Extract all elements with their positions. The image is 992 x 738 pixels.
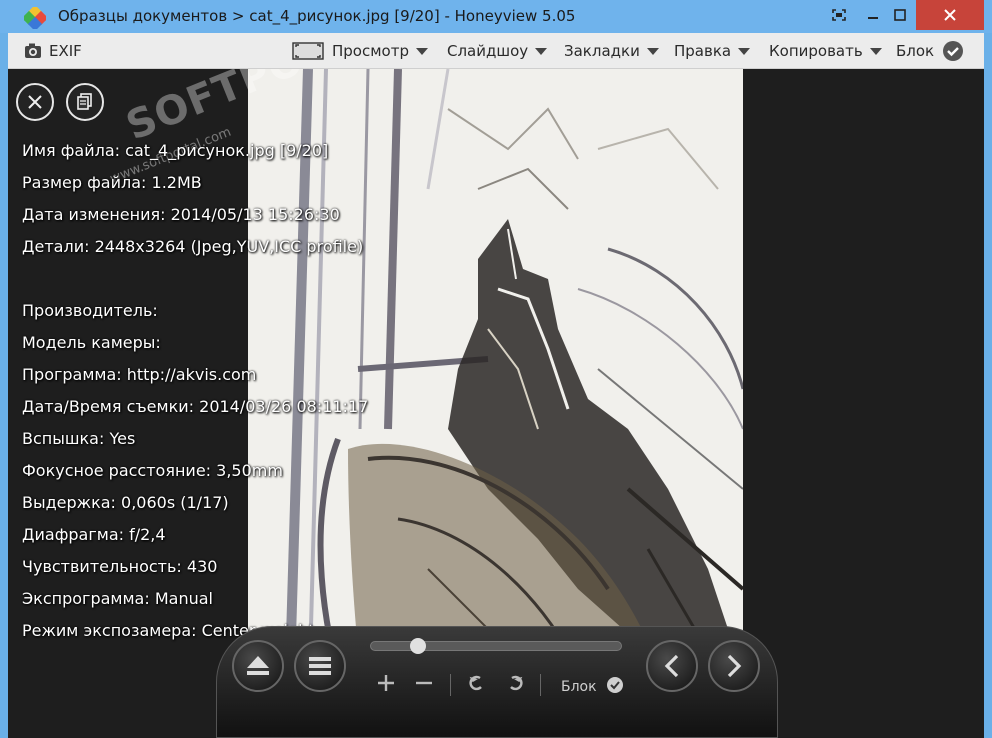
fullscreen-button[interactable] xyxy=(824,0,854,30)
rotate-right-icon xyxy=(510,675,523,691)
maximize-button[interactable] xyxy=(886,0,914,30)
exif-iso: Чувствительность: 430 xyxy=(22,557,218,576)
menu-edit-label: Правка xyxy=(674,42,732,60)
menu-copy-label: Копировать xyxy=(769,42,863,60)
menu-bookmarks-label: Закладки xyxy=(564,42,640,60)
exif-exposure-program: Экспрограмма: Manual xyxy=(22,589,213,608)
zoom-slider-handle[interactable] xyxy=(410,638,426,654)
next-image-button[interactable] xyxy=(708,640,760,692)
chevron-down-icon xyxy=(869,47,882,55)
eject-icon xyxy=(247,656,269,675)
menu-lock[interactable]: Блок xyxy=(896,33,964,69)
control-divider xyxy=(540,674,541,696)
hamburger-icon xyxy=(309,657,331,675)
exif-modified-date: Дата изменения: 2014/05/13 15:26:30 xyxy=(22,205,340,224)
honeyview-app-icon[interactable] xyxy=(24,7,46,29)
menu-edit[interactable]: Правка xyxy=(674,33,751,69)
menu-view[interactable]: Просмотр xyxy=(292,33,428,69)
check-circle-icon xyxy=(607,677,624,693)
menu-button[interactable] xyxy=(294,640,346,692)
control-divider xyxy=(450,674,451,696)
chevron-down-icon xyxy=(415,47,428,55)
exif-software: Программа: http://akvis.com xyxy=(22,365,257,384)
check-circle-icon xyxy=(943,41,964,61)
exif-details: Детали: 2448x3264 (Jpeg,YUV,ICC profile) xyxy=(22,237,364,256)
menu-exif[interactable]: EXIF xyxy=(24,33,82,69)
menu-view-label: Просмотр xyxy=(332,42,409,60)
menu-bookmarks[interactable]: Закладки xyxy=(564,33,659,69)
rotate-left-icon xyxy=(469,675,482,691)
minus-icon xyxy=(416,681,432,685)
exif-datetime-taken: Дата/Время съемки: 2014/03/26 08:11:17 xyxy=(22,397,369,416)
chevron-left-icon xyxy=(664,654,679,678)
lock-toggle[interactable]: Блок xyxy=(561,676,624,695)
zoom-slider-track[interactable] xyxy=(370,641,622,651)
menu-copy[interactable]: Копировать xyxy=(769,33,882,69)
exif-file-size: Размер файла: 1.2MB xyxy=(22,173,202,192)
fullscreen-icon xyxy=(832,9,846,21)
zoom-out-button[interactable] xyxy=(414,672,434,698)
minimize-button[interactable] xyxy=(860,0,886,30)
menu-lock-label: Блок xyxy=(896,42,935,60)
rotate-left-button[interactable] xyxy=(466,672,486,698)
eject-button[interactable] xyxy=(232,640,284,692)
menu-bar: EXIF Просмотр Слайдшоу Закладки Правка К… xyxy=(8,33,984,69)
exif-manufacturer: Производитель: xyxy=(22,301,158,320)
camera-icon xyxy=(25,43,41,58)
exif-exposure: Выдержка: 0,060s (1/17) xyxy=(22,493,229,512)
chevron-down-icon xyxy=(535,47,548,55)
rotate-right-button[interactable] xyxy=(506,672,526,698)
exif-focal-length: Фокусное расстояние: 3,50mm xyxy=(22,461,283,480)
copy-info-button[interactable] xyxy=(66,83,104,121)
menu-exif-label: EXIF xyxy=(49,42,82,60)
close-icon xyxy=(28,95,42,109)
menu-slideshow-label: Слайдшоу xyxy=(447,42,529,60)
chevron-down-icon xyxy=(738,47,751,55)
close-overlay-button[interactable] xyxy=(16,83,54,121)
exif-aperture: Диафрагма: f/2,4 xyxy=(22,525,166,544)
close-button[interactable] xyxy=(916,0,984,30)
copy-icon xyxy=(77,93,92,110)
chevron-right-icon xyxy=(727,654,742,678)
exif-flash: Вспышка: Yes xyxy=(22,429,136,448)
zoom-in-button[interactable] xyxy=(376,672,396,698)
minimize-icon xyxy=(868,17,878,19)
exif-file-name: Имя файла: cat_4_рисунок.jpg [9/20] xyxy=(22,141,329,160)
maximize-icon xyxy=(894,9,906,21)
close-icon xyxy=(944,9,956,21)
view-frame-icon xyxy=(292,42,324,60)
chevron-down-icon xyxy=(646,47,659,55)
title-bar: Образцы документов > cat_4_рисунок.jpg [… xyxy=(0,0,992,33)
previous-image-button[interactable] xyxy=(646,640,698,692)
plus-icon xyxy=(378,675,394,691)
lock-toggle-label: Блок xyxy=(561,679,597,695)
menu-slideshow[interactable]: Слайдшоу xyxy=(447,33,548,69)
exif-camera-model: Модель камеры: xyxy=(22,333,161,352)
window-title: Образцы документов > cat_4_рисунок.jpg [… xyxy=(58,7,576,25)
